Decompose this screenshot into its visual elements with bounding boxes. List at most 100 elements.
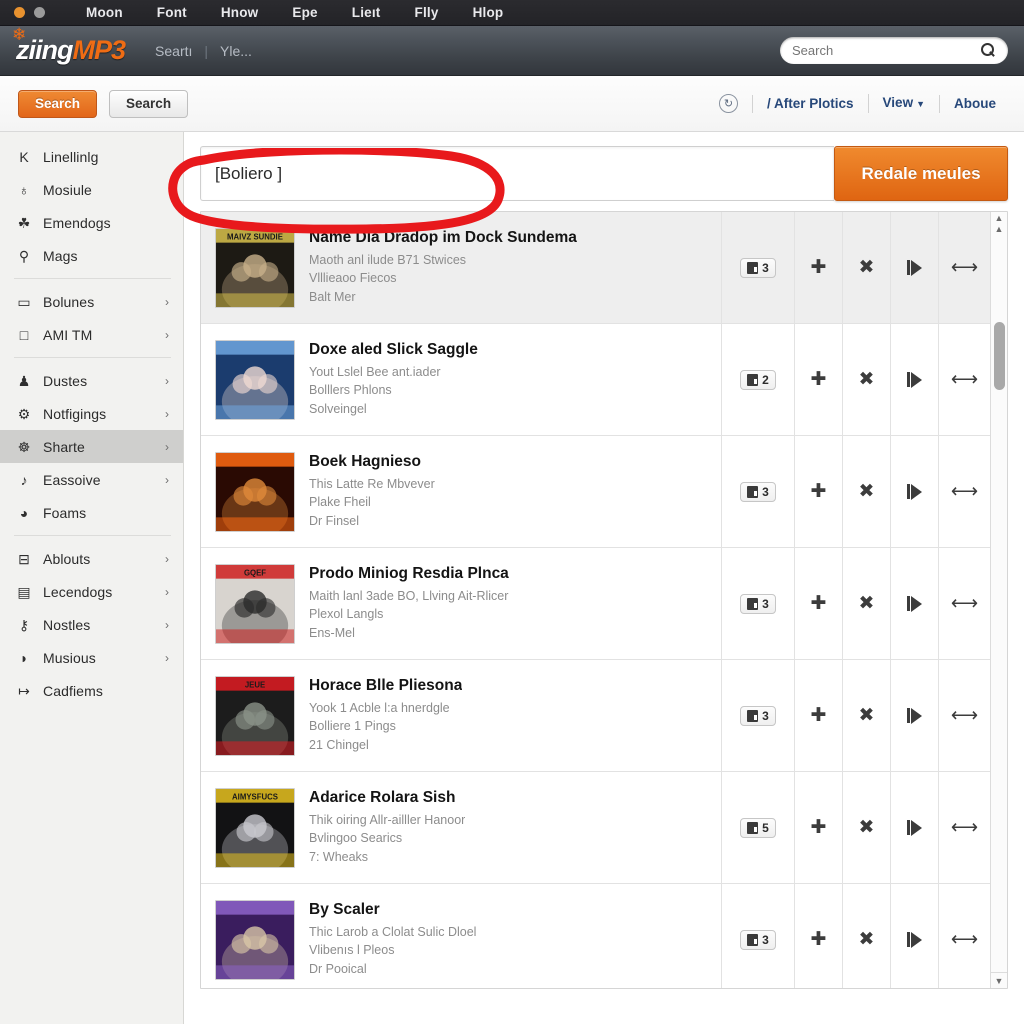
sidebar-item-lecendogs[interactable]: ▤ Lecendogs › [0,575,183,608]
sidebar-item-nostles[interactable]: ⚷ Nostles › [0,608,183,641]
add-icon[interactable]: ✚ [795,324,843,435]
sidebar-item-mosiule[interactable]: ♁ Mosiule [0,173,183,206]
chevron-right-icon: › [165,617,169,632]
bookshelf-icon: ▤ [17,583,31,600]
expand-icon[interactable]: ⟷ [939,212,990,323]
expand-icon[interactable]: ⟷ [939,884,990,988]
redale-meules-button[interactable]: Redale meules [834,146,1008,201]
close-icon[interactable]: ✖ [843,212,891,323]
search-button-secondary[interactable]: Search [109,89,189,118]
brand-link-0[interactable]: Seartı [143,43,204,59]
menu-item-2[interactable]: Hnow [204,0,276,26]
scroll-up-icon[interactable]: ▲ [995,212,1004,223]
sidebar-item-eassoive[interactable]: ♪ Eassoive › [0,463,183,496]
play-icon[interactable] [891,772,939,883]
play-glyph [907,259,922,276]
play-icon[interactable] [891,436,939,547]
row-title: Boek Hagnieso [309,453,421,471]
scrollbar-thumb[interactable] [994,322,1005,390]
header-search-box[interactable] [780,37,1008,64]
minimize-button[interactable] [34,7,45,18]
app-logo[interactable]: ❄ ziing MP3 [12,26,126,66]
row-main-cell[interactable]: JEUE Horace Blle Pliesona Yook 1 Acble l:a… [201,660,722,771]
window-traffic-lights[interactable] [14,7,45,18]
row-title: By Scaler [309,901,380,919]
close-icon[interactable]: ✖ [843,660,891,771]
menu-item-1[interactable]: Font [140,0,204,26]
close-icon[interactable]: ✖ [843,324,891,435]
table-row[interactable]: GQEF Prodo Miniog Resdia Plnca Maith lanl … [201,548,990,660]
svg-text:GQEF: GQEF [244,568,266,577]
sidebar-item-foams[interactable]: ◕ Foams [0,496,183,529]
close-icon[interactable]: ✖ [843,436,891,547]
sidebar-item-dustes[interactable]: ♟ Dustes › [0,364,183,397]
sidebar-item-ablouts[interactable]: ⊟ Ablouts › [0,542,183,575]
sidebar-item-linellinlg[interactable]: K Linellinlg [0,140,183,173]
search-button-primary[interactable]: Search [18,89,98,118]
close-icon[interactable]: ✖ [843,884,891,988]
sidebar-item-bolunes[interactable]: ▭ Bolunes › [0,285,183,318]
sidebar-item-sharte[interactable]: ☸ Sharte › [0,430,183,463]
main-search-field[interactable]: [Boliero ] [200,146,834,201]
search-input[interactable] [792,43,981,58]
toolbar-link-aboue[interactable]: Aboue [939,94,1010,113]
sidebar-item-ami-tm[interactable]: □ AMI TM › [0,318,183,351]
scrollbar-track[interactable] [994,238,1005,966]
menu-item-3[interactable]: Epe [275,0,334,26]
table-row[interactable]: JEUE Horace Blle Pliesona Yook 1 Acble l:a… [201,660,990,772]
row-main-cell[interactable]: GQEF Prodo Miniog Resdia Plnca Maith lanl … [201,548,722,659]
row-main-cell[interactable]: Boek Hagnieso This Latte Re Mbvever Plake … [201,436,722,547]
refresh-circle-icon[interactable]: ↻ [719,94,739,113]
table-row[interactable]: Doxe aled Slick Saggle Yout Lslel Bee ant… [201,324,990,436]
share-icon: ☸ [17,438,31,455]
badge-count: 2 [762,372,769,387]
close-icon[interactable]: ✖ [843,548,891,659]
menu-item-6[interactable]: Hlop [456,0,521,26]
row-main-cell[interactable]: MAIVZ SUNDIE Name Dia Dradop im Dock Sund… [201,212,722,323]
add-icon[interactable]: ✚ [795,884,843,988]
menu-item-0[interactable]: Moon [69,0,140,26]
row-main-cell[interactable]: By Scaler Thic Larob a Clolat Sulic Dloel… [201,884,722,988]
expand-icon[interactable]: ⟷ [939,772,990,883]
sidebar-item-notfigings[interactable]: ⚙ Notfigings › [0,397,183,430]
table-row[interactable]: MAIVZ SUNDIE Name Dia Dradop im Dock Sund… [201,212,990,324]
expand-icon[interactable]: ⟷ [939,324,990,435]
sidebar-item-mags[interactable]: ⚲ Mags [0,239,183,272]
table-row[interactable]: By Scaler Thic Larob a Clolat Sulic Dloel… [201,884,990,988]
close-button[interactable] [14,7,25,18]
play-icon[interactable] [891,660,939,771]
media-count-icon [747,261,759,274]
add-icon[interactable]: ✚ [795,660,843,771]
sidebar-item-musious[interactable]: ◗ Musious › [0,641,183,674]
play-icon[interactable] [891,324,939,435]
table-row[interactable]: Boek Hagnieso This Latte Re Mbvever Plake … [201,436,990,548]
sidebar-item-emendogs[interactable]: ☘ Emendogs [0,206,183,239]
close-icon[interactable]: ✖ [843,772,891,883]
sidebar-item-cadfiems[interactable]: ↦ Cadfiems [0,674,183,707]
row-main-cell[interactable]: AIMYSFUCS Adarice Rolara Sish Thik oiring … [201,772,722,883]
scroll-down-icon[interactable]: ▼ [991,972,1007,986]
menu-item-5[interactable]: Flly [398,0,456,26]
row-text-block: By Scaler Thic Larob a Clolat Sulic Dloel… [309,901,476,977]
chevron-right-icon: › [165,406,169,421]
add-icon[interactable]: ✚ [795,548,843,659]
scroll-up-icon-2[interactable]: ▲ [995,223,1004,234]
play-icon[interactable] [891,884,939,988]
play-icon[interactable] [891,548,939,659]
play-icon[interactable] [891,212,939,323]
add-icon[interactable]: ✚ [795,436,843,547]
toolbar-link-after-plotics[interactable]: / After Plotics [752,94,868,113]
brand-link-1[interactable]: Yle... [208,43,264,59]
expand-icon[interactable]: ⟷ [939,660,990,771]
search-icon[interactable] [981,43,996,58]
vertical-scrollbar[interactable]: ▲ ▲ ▼ [990,212,1007,988]
menu-item-4[interactable]: Lieıt [335,0,398,26]
add-icon[interactable]: ✚ [795,772,843,883]
add-icon[interactable]: ✚ [795,212,843,323]
expand-icon[interactable]: ⟷ [939,436,990,547]
expand-icon[interactable]: ⟷ [939,548,990,659]
row-main-cell[interactable]: Doxe aled Slick Saggle Yout Lslel Bee ant… [201,324,722,435]
search-row: [Boliero ] Redale meules [200,146,1008,201]
table-row[interactable]: AIMYSFUCS Adarice Rolara Sish Thik oiring … [201,772,990,884]
toolbar-link-view[interactable]: View ▼ [867,94,939,113]
